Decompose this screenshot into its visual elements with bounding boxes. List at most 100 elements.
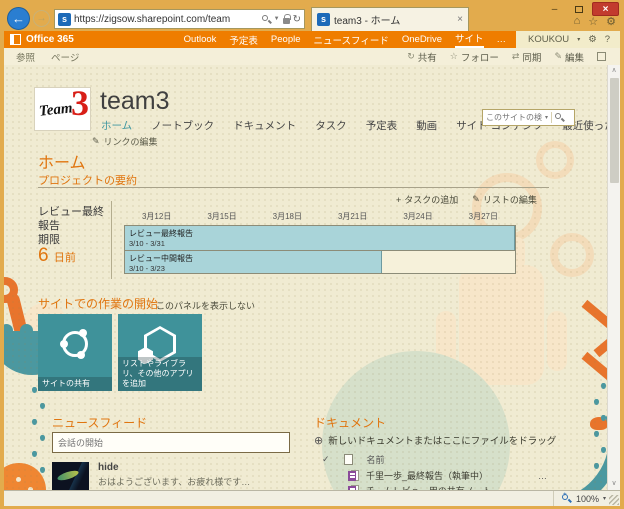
- search-scope-dropdown-icon[interactable]: ▾: [545, 114, 548, 121]
- follow-star-icon: ☆: [449, 51, 458, 61]
- edit-pencil-icon: ✎: [472, 194, 480, 204]
- forward-button[interactable]: →: [33, 10, 50, 27]
- edit-button[interactable]: ✎ 編集: [554, 50, 584, 64]
- ellipsis-icon[interactable]: …: [538, 471, 548, 481]
- document-link[interactable]: 千里一歩_最終報告（執筆中）: [366, 469, 531, 482]
- conversation-input[interactable]: [53, 433, 289, 453]
- help-icon[interactable]: ?: [605, 34, 610, 45]
- user-dropdown-icon[interactable]: ▾: [577, 36, 580, 43]
- close-button[interactable]: ×: [592, 2, 619, 16]
- nav-notebook[interactable]: ノートブック: [151, 118, 214, 133]
- post-author[interactable]: hide: [98, 462, 250, 473]
- edit-list-button[interactable]: ✎ リストの編集: [472, 193, 537, 206]
- zoom-level: 100%: [575, 493, 599, 504]
- suite-gear-icon[interactable]: ⚙: [588, 34, 597, 45]
- vertical-scrollbar[interactable]: ∧ ∨: [607, 65, 620, 490]
- follow-button[interactable]: ☆ フォロー: [450, 50, 499, 64]
- search-icon[interactable]: [261, 14, 272, 24]
- browser-tab[interactable]: s team3 - ホーム ×: [311, 7, 469, 31]
- gantt-chart[interactable]: レビュー最終報告 3/10 - 3/31 レビュー中間報告 3/10 - 3/2…: [124, 225, 516, 274]
- suite-more-icon[interactable]: …: [497, 34, 507, 45]
- nav-documents[interactable]: ドキュメント: [233, 118, 296, 133]
- table-row[interactable]: 千里一歩_最終報告（執筆中） …: [348, 469, 548, 482]
- browser-navbar: ← → s https://zigsow.sharepoint.com/team…: [4, 7, 554, 31]
- suite-link-newsfeed[interactable]: ニュースフィード: [314, 33, 389, 47]
- scroll-up-icon[interactable]: ∧: [608, 65, 620, 77]
- divider: [38, 187, 549, 188]
- scrollbar-thumb[interactable]: [610, 78, 619, 183]
- sharepoint-favicon: s: [58, 12, 71, 26]
- maximize-button[interactable]: [568, 2, 589, 16]
- gantt-date-header: 3月12日 3月15日 3月18日 3月21日 3月24日 3月27日: [141, 212, 498, 221]
- suite-link-people[interactable]: People: [271, 34, 301, 45]
- share-button[interactable]: ↻ 共有: [407, 50, 437, 64]
- name-column-header[interactable]: 名前: [367, 453, 385, 466]
- divider: [111, 201, 112, 279]
- address-bar[interactable]: s https://zigsow.sharepoint.com/team ▼ ↻: [54, 9, 305, 29]
- sync-button[interactable]: ⇄ 同期: [512, 50, 542, 64]
- suite-link-outlook[interactable]: Outlook: [184, 34, 217, 45]
- favorites-star-icon[interactable]: ☆: [588, 15, 598, 28]
- edit-links-button[interactable]: ✎ リンクの編集: [92, 135, 158, 148]
- tile-label: サイトの共有: [38, 377, 112, 391]
- suite-link-sites[interactable]: サイト: [454, 31, 484, 48]
- new-document-link[interactable]: ⊕ 新しいドキュメントまたはここにファイルをドラッグ: [314, 433, 556, 448]
- nav-videos[interactable]: 動画: [416, 118, 437, 133]
- minimize-button[interactable]: –: [544, 2, 565, 16]
- gantt-row[interactable]: レビュー中間報告 3/10 - 3/23: [125, 250, 515, 273]
- status-bar: 100% ▾: [4, 490, 620, 506]
- url-text[interactable]: https://zigsow.sharepoint.com/team: [74, 14, 259, 25]
- back-button[interactable]: ←: [7, 7, 30, 30]
- search-magnifier-icon[interactable]: [555, 113, 565, 122]
- lock-icon: [282, 13, 291, 24]
- add-app-tile[interactable]: リストやライブラリ、その他のアプリを追加: [118, 314, 202, 391]
- getting-started-heading: サイトでの作業の開始: [38, 297, 159, 311]
- tab-favicon: s: [317, 13, 330, 26]
- site-title: team3: [100, 87, 170, 115]
- documents-table-header: ✓ 名前: [322, 453, 385, 466]
- circle-plus-icon: ⊕: [314, 434, 324, 447]
- dismiss-panel-link[interactable]: このパネルを表示しない: [156, 299, 255, 312]
- zoom-dropdown-icon[interactable]: ▾: [603, 495, 606, 502]
- decor-gear-icon: [550, 233, 594, 277]
- resize-grip[interactable]: [609, 495, 619, 505]
- site-logo-digit: 3: [71, 87, 89, 123]
- office-brand[interactable]: Office 365: [26, 34, 74, 45]
- refresh-icon[interactable]: ↻: [293, 14, 301, 25]
- page-viewport: Team 3 team3 ホーム ノートブック ドキュメント タスク 予定表 動…: [4, 65, 620, 490]
- decor-gear-icon: [536, 141, 574, 179]
- tab-close-icon[interactable]: ×: [457, 14, 463, 25]
- user-name[interactable]: KOUKOU: [528, 34, 569, 45]
- suite-bar: Office 365 Outlook 予定表 People ニュースフィード O…: [4, 31, 620, 48]
- gantt-bar[interactable]: レビュー中間報告 3/10 - 3/23: [125, 251, 383, 273]
- suite-link-onedrive[interactable]: OneDrive: [402, 34, 442, 45]
- newsfeed-post[interactable]: hide おはようございます、お疲れ様です…: [52, 462, 250, 490]
- home-icon[interactable]: ⌂: [574, 15, 581, 28]
- suite-link-calendar[interactable]: 予定表: [229, 33, 258, 47]
- file-type-icon: [343, 454, 353, 465]
- late-task-panel[interactable]: レビュー最終報告 期限 6 日前: [38, 205, 110, 265]
- ribbon-tab-page[interactable]: ページ: [51, 50, 79, 64]
- select-all-check-icon[interactable]: ✓: [322, 454, 330, 465]
- ribbon-tab-browse[interactable]: 参照: [16, 50, 35, 64]
- site-logo[interactable]: Team 3: [34, 87, 91, 131]
- focus-content-icon[interactable]: [597, 52, 606, 61]
- scroll-down-icon[interactable]: ∨: [608, 478, 620, 490]
- nav-tasks[interactable]: タスク: [315, 118, 347, 133]
- nav-calendar[interactable]: 予定表: [366, 118, 398, 133]
- search-input[interactable]: [486, 113, 542, 122]
- nav-home[interactable]: ホーム: [101, 118, 132, 133]
- avatar[interactable]: [52, 462, 89, 490]
- office-logo-icon[interactable]: [10, 34, 21, 45]
- settings-gear-icon[interactable]: ⚙: [606, 15, 616, 28]
- tile-label: リストやライブラリ、その他のアプリを追加: [118, 357, 202, 391]
- site-logo-word: Team: [38, 100, 74, 120]
- gantt-row[interactable]: レビュー最終報告 3/10 - 3/31: [125, 226, 515, 250]
- add-task-button[interactable]: + タスクの追加: [396, 193, 458, 206]
- document-icon: [348, 469, 359, 482]
- share-site-tile[interactable]: サイトの共有: [38, 314, 112, 391]
- address-dropdown-icon[interactable]: ▼: [274, 16, 280, 22]
- gantt-bar[interactable]: レビュー最終報告 3/10 - 3/31: [125, 226, 515, 250]
- post-text: おはようございます、お疲れ様です…: [98, 477, 251, 487]
- documents-heading: ドキュメント: [314, 416, 387, 430]
